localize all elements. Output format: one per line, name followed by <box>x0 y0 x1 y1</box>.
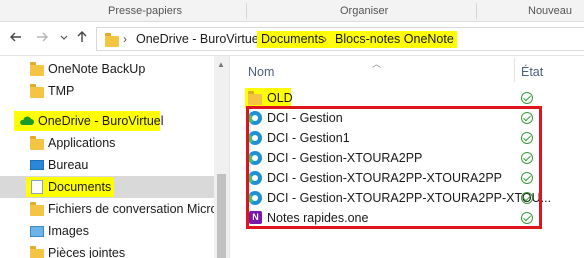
navigation-pane: OneNote BackUp TMP OneDrive - BuroVirtue… <box>0 56 238 258</box>
arrow-left-icon <box>10 32 21 42</box>
folder-icon <box>30 202 44 216</box>
file-row-old[interactable]: OLD <box>230 88 584 108</box>
nav-item-label: TMP <box>48 84 75 98</box>
nav-item-images[interactable]: Images <box>0 220 214 242</box>
breadcrumb-onedrive[interactable]: OneDrive - BuroVirtuel <box>134 31 264 48</box>
back-button[interactable] <box>8 30 24 46</box>
breadcrumb-chevron-icon[interactable]: › <box>123 31 127 48</box>
nav-item-label: Fichiers de conversation Microsoft <box>48 202 238 216</box>
nav-item-label: Documents <box>48 180 112 194</box>
documents-icon <box>31 180 43 194</box>
breadcrumb-documents[interactable]: Documents <box>257 31 333 48</box>
column-header-status[interactable]: État <box>521 65 543 79</box>
ribbon-group-clipboard: Presse-papiers <box>108 5 182 17</box>
ribbon-group-organize: Organiser <box>340 5 389 17</box>
synced-icon <box>521 92 533 104</box>
nav-item-teams-chat-files[interactable]: Fichiers de conversation Microsoft <box>0 198 238 220</box>
nav-item-documents[interactable]: Documents <box>0 176 214 198</box>
navigation-bar: › OneDrive - BuroVirtuel › Documents › B… <box>0 22 584 56</box>
scrollbar-thumb[interactable] <box>217 174 226 258</box>
nav-item-label: Applications <box>48 136 116 150</box>
ribbon-group-new: Nouveau <box>528 5 573 17</box>
folder-icon <box>30 136 44 150</box>
nav-item-onedrive[interactable]: OneDrive - BuroVirtuel <box>0 110 214 132</box>
address-bar[interactable]: › OneDrive - BuroVirtuel › Documents › B… <box>96 27 584 51</box>
scroll-up-icon[interactable]: ▲ <box>217 60 225 69</box>
nav-item-label: OneNote BackUp <box>48 62 146 76</box>
nav-item-label: Images <box>48 224 89 238</box>
nav-item-bureau[interactable]: Bureau <box>0 154 214 176</box>
folder-icon <box>30 84 44 98</box>
column-header-name[interactable]: Nom <box>248 65 274 79</box>
nav-item-label: Pièces jointes <box>48 246 126 258</box>
onedrive-cloud-icon <box>20 116 34 125</box>
arrow-up-icon <box>77 31 87 42</box>
column-separator[interactable] <box>514 58 515 82</box>
nav-item-attachments[interactable]: Pièces jointes <box>0 242 214 258</box>
ribbon-separator <box>476 3 477 19</box>
nav-item-label: Bureau <box>48 158 89 172</box>
recent-locations-button[interactable] <box>56 30 72 46</box>
pictures-icon <box>30 226 44 237</box>
forward-button[interactable] <box>34 30 50 46</box>
file-name: OLD <box>267 91 293 105</box>
ribbon-group-labels: Presse-papiers Organiser Nouveau <box>0 0 584 22</box>
nav-item-onenote-backup[interactable]: OneNote BackUp <box>0 58 214 80</box>
nav-item-tmp[interactable]: TMP <box>0 80 214 102</box>
folder-icon <box>248 91 262 105</box>
desktop-icon <box>30 160 44 170</box>
arrow-right-icon <box>37 32 48 42</box>
nav-item-applications[interactable]: Applications <box>0 132 214 154</box>
breadcrumb-chevron-icon[interactable]: › <box>323 31 327 48</box>
nav-item-label: OneDrive - BuroVirtuel <box>38 114 164 128</box>
folder-icon <box>105 33 119 47</box>
ribbon-separator <box>246 3 247 19</box>
sort-ascending-icon: ︿ <box>372 59 382 69</box>
folder-icon <box>30 246 44 258</box>
breadcrumb-onenote-notebooks[interactable]: Blocs-notes OneNote <box>331 31 457 48</box>
annotation-red-frame <box>246 106 542 229</box>
chevron-down-icon <box>60 35 68 40</box>
up-button[interactable] <box>74 30 90 46</box>
folder-icon <box>30 62 44 76</box>
nav-pane-scrollbar[interactable]: ▲ <box>214 56 229 258</box>
